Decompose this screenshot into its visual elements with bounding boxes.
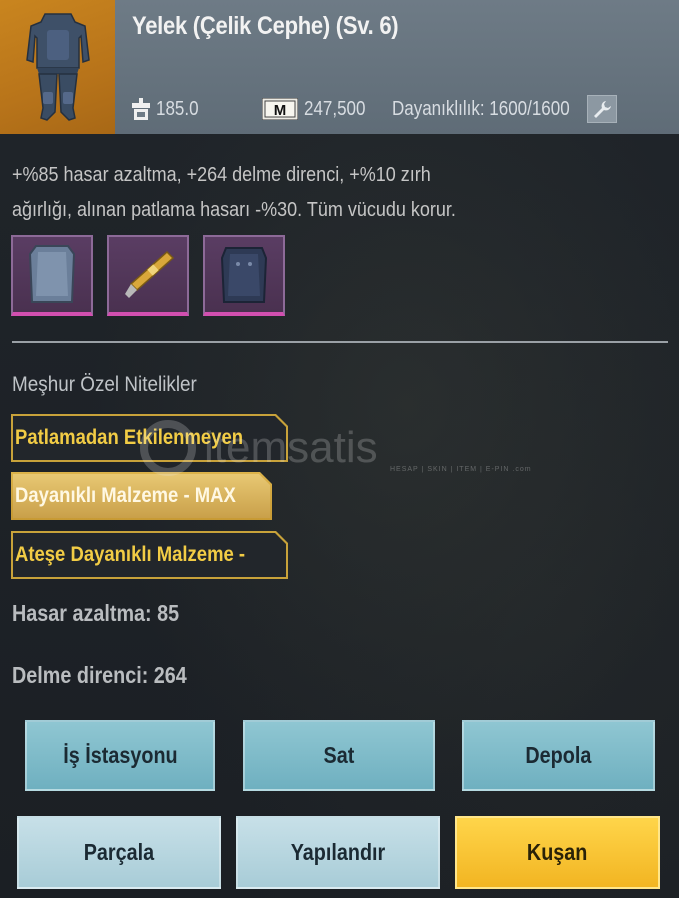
armor-plate-icon bbox=[28, 244, 76, 303]
repair-button[interactable] bbox=[587, 95, 618, 123]
equip-button-label: Kuşan bbox=[527, 839, 588, 865]
store-button[interactable]: Depola bbox=[462, 720, 655, 791]
dismantle-button-label: Parçala bbox=[83, 839, 155, 865]
part-slot-2[interactable] bbox=[107, 235, 189, 316]
svg-text:M: M bbox=[274, 102, 287, 119]
part-slot-1[interactable] bbox=[11, 235, 93, 316]
durability-value: Dayanıklılık: 1600/1600 bbox=[392, 97, 571, 120]
wrench-icon bbox=[594, 101, 612, 118]
weight-stat: 185.0 bbox=[132, 98, 206, 121]
strap-icon bbox=[125, 250, 175, 298]
trait-durable-material[interactable]: Dayanıklı Malzeme - MAX bbox=[11, 472, 272, 520]
damage-reduction-text: Hasar azaltma: 85 bbox=[12, 600, 180, 626]
weight-value: 185.0 bbox=[156, 97, 199, 120]
penetration-resistance-text: Delme direnci: 264 bbox=[12, 662, 187, 688]
configure-button[interactable]: Yapılandır bbox=[236, 816, 440, 889]
watermark-subtext: HESAP | SKIN | ITEM | E-PIN .com bbox=[390, 466, 532, 473]
dismantle-button[interactable]: Parçala bbox=[17, 816, 221, 889]
configure-button-label: Yapılandır bbox=[290, 839, 386, 865]
traits-section-title: Meşhur Özel Nitelikler bbox=[12, 373, 197, 396]
parts-list bbox=[11, 235, 285, 316]
item-description: +%85 hasar azaltma, +264 delme direnci, … bbox=[12, 158, 672, 228]
durability-stat: Dayanıklılık: 1600/1600 bbox=[392, 98, 601, 121]
divider bbox=[12, 341, 668, 343]
trait-label: Ateşe Dayanıklı Malzeme - bbox=[15, 543, 246, 566]
money-icon: M bbox=[262, 98, 299, 120]
armor-suit-icon bbox=[25, 13, 90, 121]
description-line-1: +%85 hasar azaltma, +264 delme direnci, … bbox=[12, 164, 431, 186]
trait-label: Dayanıklı Malzeme - MAX bbox=[15, 484, 236, 507]
equip-button[interactable]: Kuşan bbox=[455, 816, 660, 889]
price-value: 247,500 bbox=[304, 97, 366, 120]
store-button-label: Depola bbox=[525, 742, 592, 768]
item-thumbnail bbox=[0, 0, 115, 134]
trait-fire-resistant[interactable]: Ateşe Dayanıklı Malzeme - bbox=[11, 531, 288, 579]
armor-pad-icon bbox=[220, 246, 268, 303]
workstation-button[interactable]: İş İstasyonu bbox=[25, 720, 215, 791]
price-stat: M 247,500 bbox=[262, 98, 376, 121]
weight-icon bbox=[132, 98, 150, 120]
sell-button-label: Sat bbox=[323, 742, 355, 768]
item-title: Yelek (Çelik Cephe) (Sv. 6) bbox=[132, 12, 399, 40]
part-slot-3[interactable] bbox=[203, 235, 285, 316]
trait-label: Patlamadan Etkilenmeyen bbox=[15, 426, 244, 449]
item-stats: 185.0 M 247,500 Dayanıklılık: 1600/1600 bbox=[132, 92, 669, 126]
workstation-button-label: İş İstasyonu bbox=[62, 742, 178, 768]
sell-button[interactable]: Sat bbox=[243, 720, 435, 791]
item-header: Yelek (Çelik Cephe) (Sv. 6) 185.0 M 247,… bbox=[0, 0, 679, 134]
description-line-2: ağırlığı, alınan patlama hasarı -%30. Tü… bbox=[12, 199, 456, 221]
trait-blast-immune[interactable]: Patlamadan Etkilenmeyen bbox=[11, 414, 288, 462]
